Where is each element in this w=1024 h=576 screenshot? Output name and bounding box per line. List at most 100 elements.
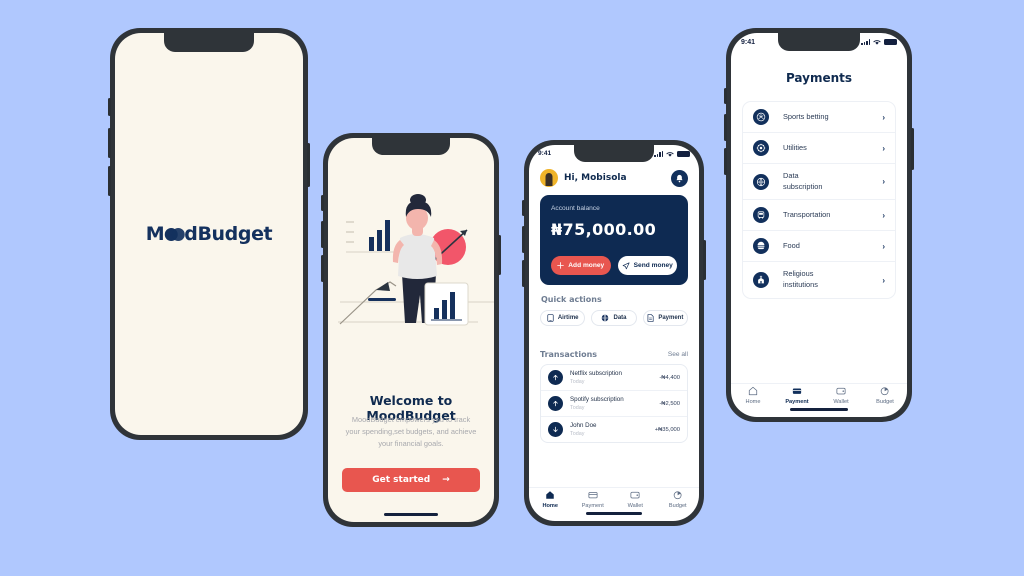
- wifi-icon: [873, 40, 881, 45]
- phone1-mute-button[interactable]: [108, 98, 111, 116]
- phone2-power-button[interactable]: [498, 235, 501, 275]
- pie-chart-icon: [673, 491, 682, 500]
- onboarding-description: MoodBudget empowers you to track your sp…: [345, 415, 477, 449]
- phone2-mute-button[interactable]: [321, 195, 324, 211]
- header-user[interactable]: Hi, Mobisola: [540, 169, 627, 187]
- quick-action-airtime-label: Airtime: [557, 315, 579, 321]
- mockup-stage: M dBudget Welcome to MoodBudget MoodBudg…: [0, 0, 1024, 576]
- chevron-right-icon: ›: [882, 241, 885, 251]
- wifi-icon: [666, 151, 674, 157]
- avatar[interactable]: [540, 169, 558, 187]
- quick-actions-title: Quick actions: [541, 295, 602, 304]
- arrow-up-icon: [548, 370, 563, 385]
- phone4-volume-up-button[interactable]: [724, 114, 727, 141]
- list-item[interactable]: Food ›: [743, 231, 895, 263]
- list-item[interactable]: Sports betting ›: [743, 102, 895, 133]
- table-row[interactable]: John Doe Today +₦35,000: [541, 417, 687, 442]
- pie-chart-icon: [880, 387, 889, 396]
- add-money-label: Add money: [568, 262, 605, 269]
- list-item[interactable]: Utilities ›: [743, 133, 895, 164]
- home-status-bar: 9:41: [529, 145, 699, 162]
- card-icon: [792, 388, 802, 394]
- send-money-button[interactable]: Send money: [617, 256, 677, 275]
- church-icon: [753, 272, 769, 289]
- phone4-volume-down-button[interactable]: [724, 148, 727, 175]
- splash-screen: M dBudget: [115, 33, 303, 435]
- transaction-amount: +₦35,000: [654, 426, 680, 433]
- chevron-right-icon: ›: [882, 210, 885, 220]
- tab-payment[interactable]: Payment: [775, 386, 819, 405]
- phone2-notch: [372, 138, 450, 155]
- phone1-volume-down-button[interactable]: [108, 166, 111, 196]
- status-icons: [861, 39, 897, 45]
- transaction-name: Netflix subscription: [570, 370, 622, 377]
- transaction-info: Spotify subscription Today: [570, 396, 659, 411]
- status-time: 9:41: [538, 150, 552, 157]
- quick-action-payment[interactable]: Payment: [642, 310, 688, 326]
- table-row[interactable]: Spotify subscription Today -₦2,500: [541, 391, 687, 417]
- phone1-volume-up-button[interactable]: [108, 128, 111, 158]
- brand-logo: M dBudget: [146, 223, 273, 245]
- tab-wallet-label: Wallet: [627, 503, 643, 509]
- arrow-right-icon: →: [442, 475, 450, 485]
- chevron-right-icon: ›: [882, 177, 885, 187]
- tab-budget-label: Budget: [668, 503, 687, 509]
- phone4-power-button[interactable]: [911, 128, 914, 170]
- quick-action-data-label: Data: [613, 315, 627, 321]
- transaction-info: Netflix subscription Today: [570, 370, 659, 385]
- table-row[interactable]: Netflix subscription Today -₦4,400: [541, 365, 687, 391]
- status-icons: [654, 150, 690, 157]
- tab-payment-label: Payment: [581, 503, 604, 509]
- payments-phone: 9:41 Payments Sports betting › Utilities: [724, 28, 914, 422]
- home-phone: 9:41 Hi, Mobisola Account balance ₦75,00…: [522, 140, 706, 526]
- phone3-home-indicator: [586, 512, 642, 515]
- bottom-tabbar: Home Payment Wallet Budget: [529, 490, 699, 509]
- list-item-label: Data subscription: [783, 171, 823, 191]
- add-money-button[interactable]: Add money: [551, 256, 611, 275]
- quick-action-airtime[interactable]: Airtime: [540, 310, 586, 326]
- phone-icon: [547, 314, 554, 322]
- tab-wallet[interactable]: Wallet: [614, 490, 657, 509]
- football-icon: [753, 109, 769, 125]
- paper-plane-icon: [622, 262, 630, 269]
- send-money-label: Send money: [633, 262, 673, 269]
- arrow-down-icon: [548, 422, 563, 437]
- phone1-power-button[interactable]: [307, 143, 310, 187]
- tab-payment[interactable]: Payment: [572, 490, 615, 509]
- notification-button[interactable]: [671, 169, 688, 187]
- home-screen: 9:41 Hi, Mobisola Account balance ₦75,00…: [529, 145, 699, 521]
- tab-home[interactable]: Home: [529, 490, 572, 509]
- page-title: Payments: [785, 71, 853, 85]
- phone1-notch: [164, 33, 254, 52]
- get-started-button[interactable]: Get started →: [342, 468, 480, 492]
- bell-icon: [676, 174, 683, 182]
- brand-logo-prefix: M: [145, 223, 165, 245]
- phone4-mute-button[interactable]: [724, 88, 727, 104]
- tab-home-label: Home: [745, 399, 761, 405]
- phone3-mute-button[interactable]: [522, 200, 525, 216]
- phone3-volume-down-button[interactable]: [522, 260, 525, 287]
- transactions-header: Transactions See all: [540, 350, 688, 359]
- list-item-label: Utilities: [783, 142, 807, 152]
- wallet-icon: [630, 491, 640, 499]
- list-item[interactable]: Religious institutions ›: [743, 262, 895, 297]
- transaction-date: Today: [570, 379, 585, 385]
- tab-wallet[interactable]: Wallet: [819, 386, 863, 405]
- battery-icon: [884, 39, 897, 45]
- tab-wallet-label: Wallet: [833, 399, 849, 405]
- tab-home[interactable]: Home: [731, 386, 775, 405]
- transaction-name: Spotify subscription: [570, 396, 624, 403]
- phone2-volume-up-button[interactable]: [321, 221, 324, 248]
- quick-action-data[interactable]: Data: [591, 310, 637, 326]
- phone3-volume-up-button[interactable]: [522, 226, 525, 253]
- phone3-power-button[interactable]: [703, 240, 706, 280]
- list-item[interactable]: Data subscription ›: [743, 164, 895, 201]
- list-item[interactable]: Transportation ›: [743, 200, 895, 232]
- phone2-volume-down-button[interactable]: [321, 255, 324, 282]
- tab-budget-label: Budget: [876, 399, 894, 405]
- transaction-info: John Doe Today: [570, 422, 655, 437]
- tab-budget[interactable]: Budget: [863, 386, 907, 405]
- tab-budget[interactable]: Budget: [657, 490, 700, 509]
- transaction-date: Today: [570, 405, 585, 411]
- see-all-link[interactable]: See all: [668, 351, 688, 358]
